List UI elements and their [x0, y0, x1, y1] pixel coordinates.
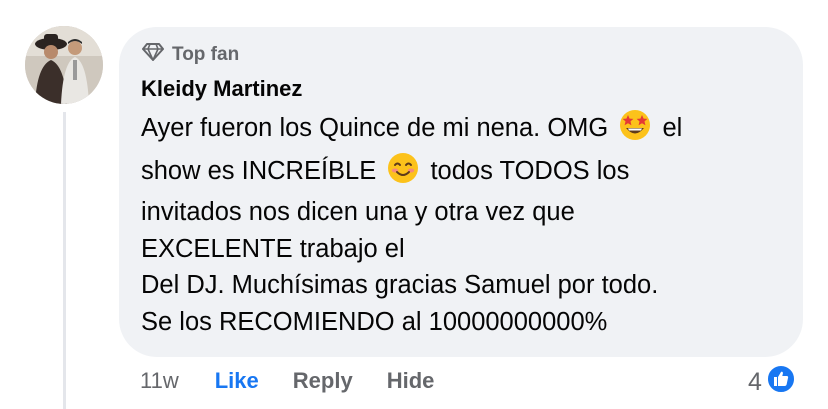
comment-line-3: invitados nos dicen una y otra vez que — [141, 198, 575, 227]
comment-line-6: Se los RECOMIENDO al 10000000000% — [141, 307, 608, 336]
comment-author[interactable]: Kleidy Martinez — [141, 76, 302, 102]
reaction-summary[interactable]: 4 — [748, 364, 796, 401]
comment-line-2b: todos TODOS los — [430, 156, 630, 185]
star-struck-emoji — [619, 109, 651, 152]
like-button[interactable]: Like — [215, 368, 259, 394]
comment-line-2a: show es INCREÍBLE — [141, 156, 377, 185]
thread-line — [63, 112, 66, 409]
hide-button[interactable]: Hide — [387, 368, 435, 394]
top-fan-badge[interactable]: Top fan — [142, 43, 239, 67]
comment-line-1b: el — [662, 114, 683, 142]
smiling-face-emoji — [387, 152, 419, 195]
comment-line-1a: Ayer fueron los Quince de mi nena. OMG — [141, 114, 609, 142]
reply-button[interactable]: Reply — [293, 368, 353, 394]
comment-timestamp[interactable]: 11w — [140, 368, 179, 394]
comment-bubble: Top fan Kleidy Martinez Ayer fueron los … — [119, 27, 803, 357]
comment-text: Ayer fueron los Quince de mi nena. OMG e… — [141, 109, 791, 341]
like-reaction-icon — [765, 364, 796, 401]
top-fan-label: Top fan — [172, 44, 240, 65]
comment-line-5: Del DJ. Muchísimas gracias Samuel por to… — [141, 271, 659, 300]
comment-line-4: EXCELENTE trabajo el — [141, 234, 405, 263]
diamond-icon — [142, 43, 164, 67]
commenter-avatar[interactable] — [25, 26, 103, 104]
comment-actions: 11w Like Reply Hide — [140, 368, 434, 394]
reaction-count: 4 — [748, 368, 762, 396]
